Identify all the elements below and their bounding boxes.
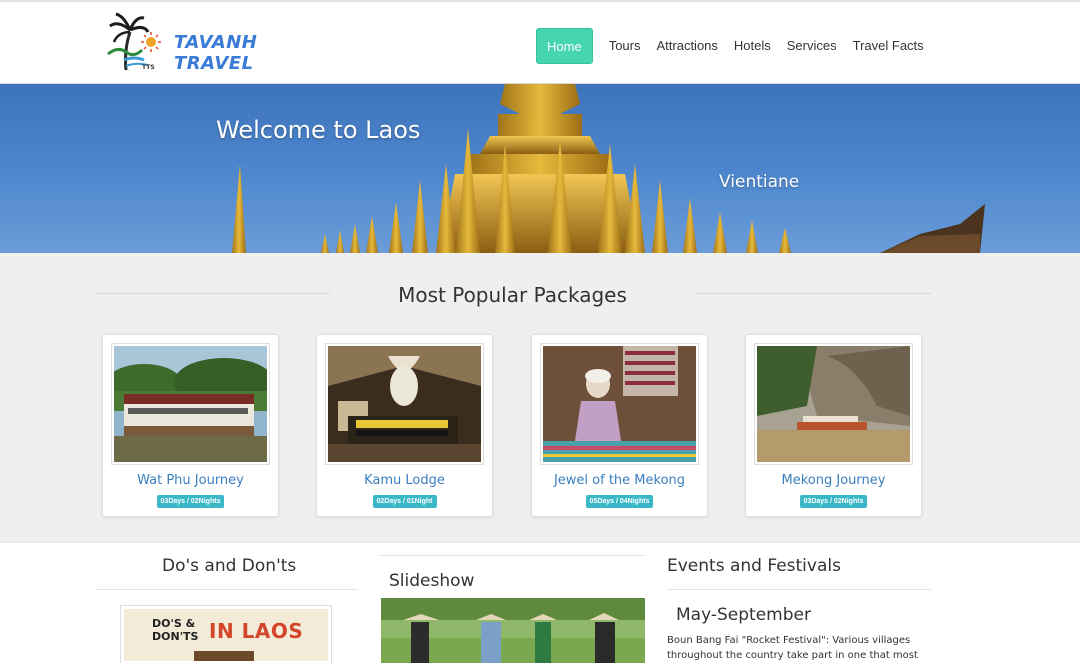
palm-sun-icon <box>107 12 161 71</box>
weaver-woman-image <box>543 346 696 462</box>
lodge-room-image <box>328 346 481 462</box>
duration-badge: 02Days / 01Night <box>372 495 437 508</box>
duration-badge: 03Days / 02Nights <box>799 495 868 508</box>
package-title[interactable]: Kamu Lodge <box>317 473 492 488</box>
package-title[interactable]: Mekong Journey <box>746 473 921 488</box>
brand-name: TAVANH TRAVEL <box>174 32 258 74</box>
river-cliff-image <box>757 346 910 462</box>
event-period: May-September <box>676 605 811 625</box>
hero-stupa-image <box>232 84 985 253</box>
rice-farmers-image <box>381 598 645 663</box>
package-image[interactable] <box>325 343 484 465</box>
main-nav: Home Tours Attractions Hotels Services T… <box>536 28 932 64</box>
poster-big-text: IN LAOS <box>209 619 304 643</box>
event-description: Boun Bang Fai "Rocket Festival": Various… <box>667 635 918 661</box>
site-header: TAVANH TRAVEL TTS Home Tours Attractions… <box>0 0 1080 84</box>
info-section: Do's and Don'ts DO'S & DON'TS IN LAOS Sl… <box>0 541 1080 663</box>
slideshow-image[interactable] <box>381 598 645 663</box>
nav-attractions[interactable]: Attractions <box>648 28 725 64</box>
brand-tagline: TTS <box>142 64 155 71</box>
column-divider <box>380 555 645 556</box>
package-card-kamu-lodge[interactable]: Kamu Lodge 02Days / 01Night <box>316 334 493 517</box>
package-card-mekong-journey[interactable]: Mekong Journey 03Days / 02Nights <box>745 334 922 517</box>
dos-donts-title: Do's and Don'ts <box>162 556 297 576</box>
popular-packages-section: Most Popular Packages Wat Phu Journey 03… <box>0 253 1080 541</box>
slideshow-title: Slideshow <box>389 571 475 591</box>
package-title[interactable]: Wat Phu Journey <box>103 473 278 488</box>
package-card-jewel-mekong[interactable]: Jewel of the Mekong 05Days / 04Nights <box>531 334 708 517</box>
hero-banner: Welcome to Laos Vientiane <box>0 84 1080 253</box>
duration-badge: 03Days / 02Nights <box>156 495 225 508</box>
nav-tours[interactable]: Tours <box>601 28 649 64</box>
dos-donts-poster: DO'S & DON'TS IN LAOS <box>124 609 328 661</box>
package-image[interactable] <box>540 343 699 465</box>
nav-travel-facts[interactable]: Travel Facts <box>845 28 932 64</box>
nav-home[interactable]: Home <box>536 28 593 64</box>
tuk-tuk-icon <box>194 651 254 661</box>
site-logo[interactable]: TAVANH TRAVEL TTS <box>104 10 314 78</box>
package-image[interactable] <box>754 343 913 465</box>
hero-title: Welcome to Laos <box>216 116 421 144</box>
poster-small-text: DO'S & DON'TS <box>152 617 199 643</box>
package-image[interactable] <box>111 343 270 465</box>
events-title: Events and Festivals <box>667 556 841 576</box>
package-title[interactable]: Jewel of the Mekong <box>532 473 707 488</box>
dos-donts-image[interactable]: DO'S & DON'TS IN LAOS <box>120 605 332 663</box>
nav-hotels[interactable]: Hotels <box>726 28 779 64</box>
boat-house-image <box>114 346 267 462</box>
package-card-wat-phu[interactable]: Wat Phu Journey 03Days / 02Nights <box>102 334 279 517</box>
section-title: Most Popular Packages <box>398 283 627 307</box>
nav-services[interactable]: Services <box>779 28 845 64</box>
column-divider <box>667 589 931 590</box>
column-divider <box>96 589 358 590</box>
duration-badge: 05Days / 04Nights <box>585 495 654 508</box>
hero-subtitle: Vientiane <box>719 172 800 192</box>
